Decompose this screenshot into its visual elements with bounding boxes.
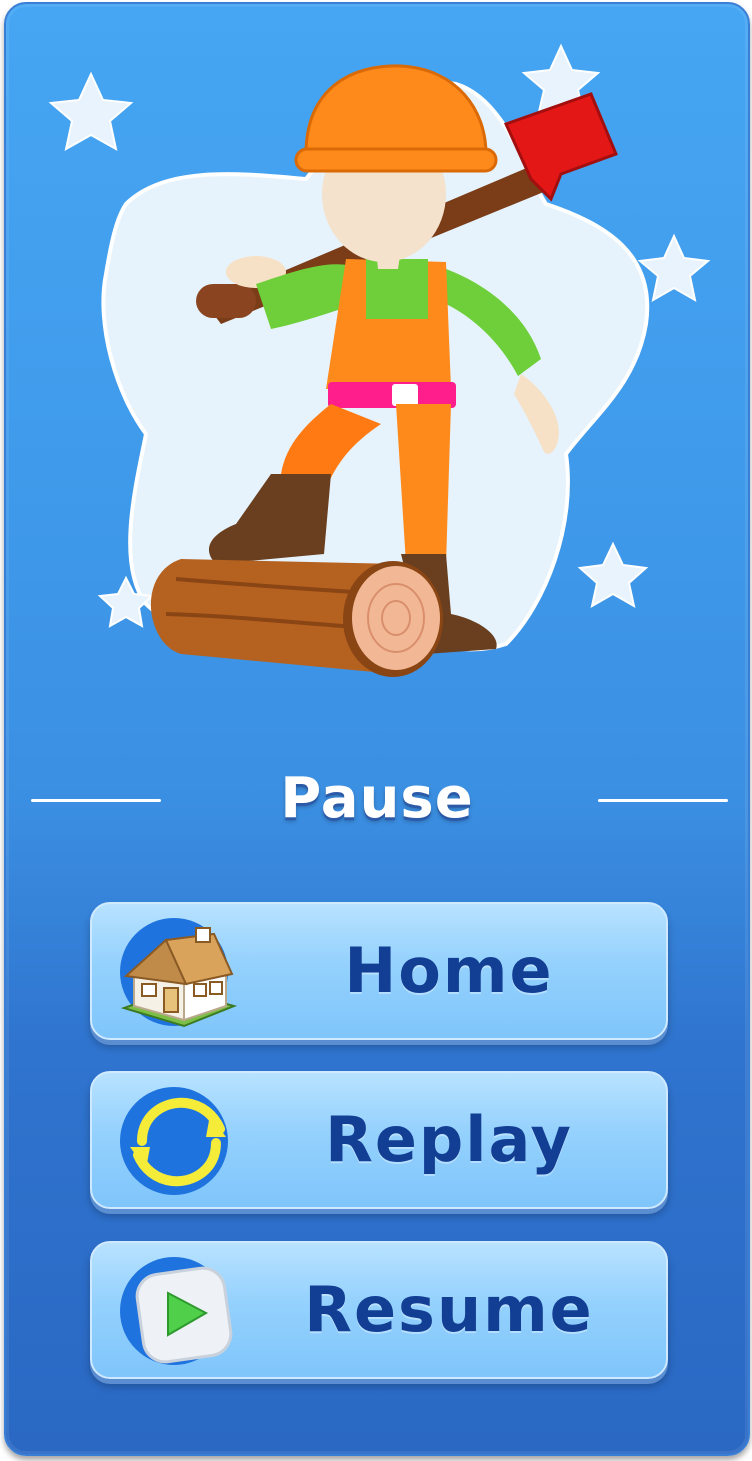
replay-icon <box>114 1085 238 1197</box>
play-icon <box>114 1255 238 1367</box>
hero-illustration <box>6 4 748 744</box>
title-row: Pause <box>6 764 748 844</box>
house-icon <box>114 916 238 1028</box>
resume-button[interactable]: Resume <box>90 1241 668 1379</box>
pause-panel: Pause Home Replay Resume <box>4 2 750 1456</box>
home-button-label: Home <box>344 934 554 1007</box>
replay-button[interactable]: Replay <box>90 1071 668 1209</box>
hard-hat <box>304 64 488 156</box>
resume-button-label: Resume <box>304 1273 594 1346</box>
lumberjack-illustration <box>48 43 711 677</box>
log <box>150 559 443 677</box>
replay-button-label: Replay <box>325 1103 573 1176</box>
home-button[interactable]: Home <box>90 902 668 1040</box>
title-divider-right <box>598 799 728 802</box>
